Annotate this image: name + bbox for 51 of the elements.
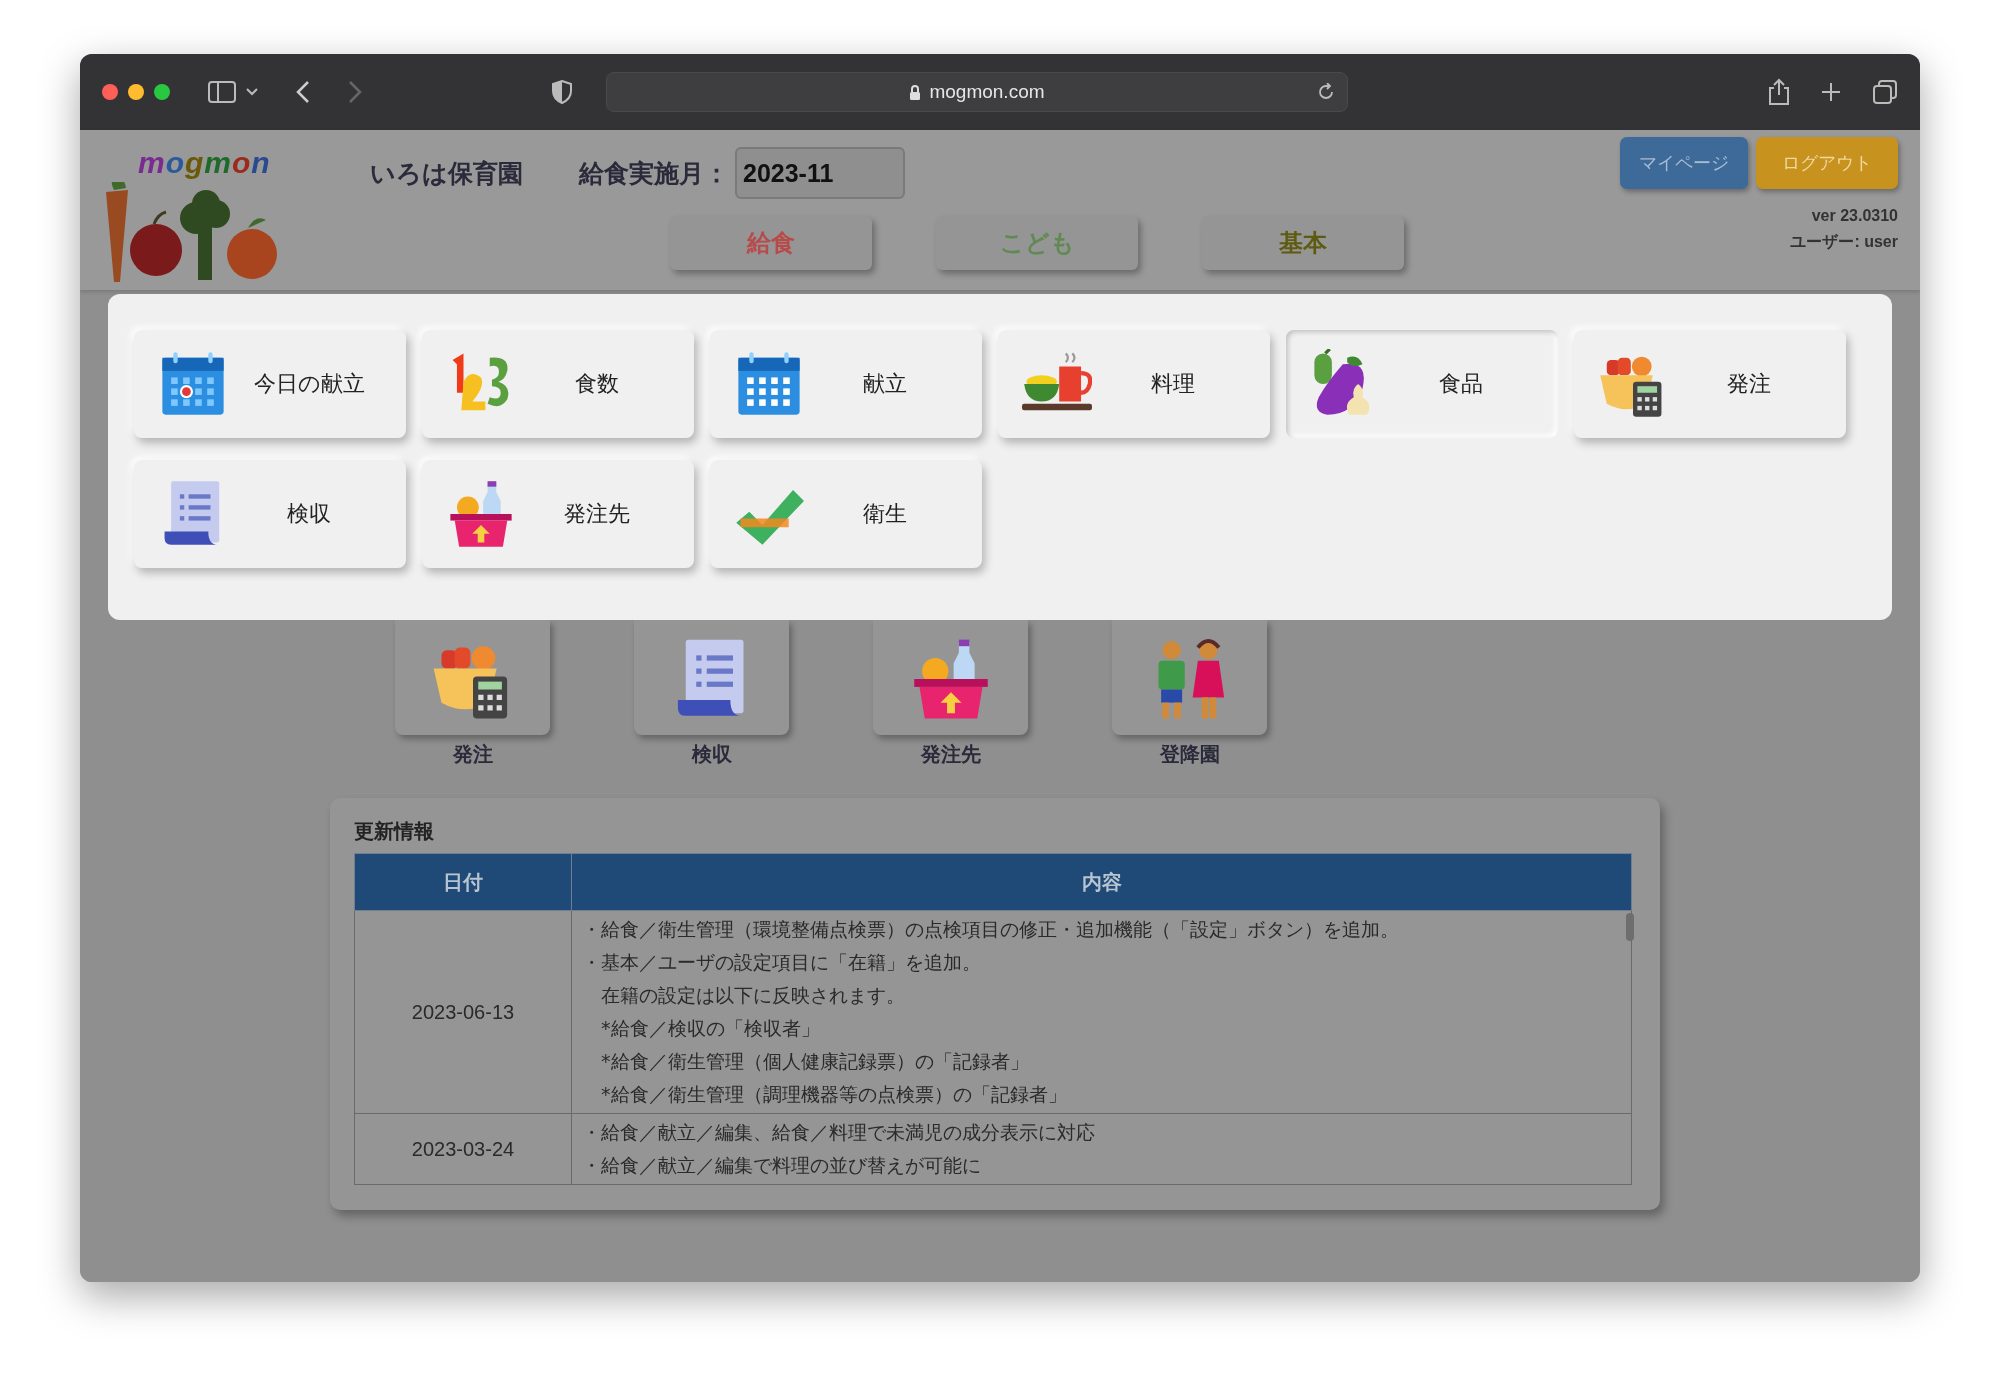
- column-header: 日付: [354, 853, 572, 911]
- shortcut-tile[interactable]: [395, 620, 550, 735]
- shortcut-tile[interactable]: [1112, 620, 1267, 735]
- lock-icon: [909, 84, 922, 100]
- updates-title: 更新情報: [354, 818, 435, 845]
- shortcut-tile[interactable]: [634, 620, 789, 735]
- shortcut-label: 発注: [452, 741, 493, 768]
- version-text: ver 23.0310: [1811, 206, 1898, 226]
- menu-tile[interactable]: 検収: [134, 460, 406, 568]
- update-line: ・給食／献立／編集、給食／料理で未満児の成分表示に対応: [582, 1120, 1096, 1145]
- update-line: *給食／衛生管理（調理機器等の点検票）の「記録者」: [600, 1082, 1068, 1107]
- share-icon[interactable]: [1768, 78, 1790, 106]
- date-cell: 2023-06-13: [354, 910, 572, 1114]
- update-line: ・給食／献立／編集で料理の並び替えが可能に: [582, 1153, 982, 1178]
- address-bar[interactable]: mogmon.com: [606, 72, 1348, 112]
- sidebar-icon[interactable]: [208, 81, 236, 103]
- shortcut-label: 検収: [691, 741, 732, 768]
- menu-tile[interactable]: 衛生: [710, 460, 982, 568]
- month-label: 給食実施月：: [579, 157, 729, 190]
- update-line: ・給食／衛生管理（環境整備点検票）の点検項目の修正・追加機能（「設定」ボタン）を追加。: [582, 917, 1400, 942]
- logo-text: mogmon: [138, 146, 271, 180]
- tabs-overview-icon[interactable]: [1872, 79, 1898, 105]
- menu-tile[interactable]: 料理: [998, 330, 1270, 438]
- shield-icon[interactable]: [552, 80, 572, 104]
- shortcut-tile[interactable]: [873, 620, 1028, 735]
- update-line: 在籍の設定は以下に反映されます。: [600, 983, 906, 1008]
- menu-tile[interactable]: 発注先: [422, 460, 694, 568]
- menu-tile[interactable]: 発注: [1574, 330, 1846, 438]
- facility-name: いろは保育園: [370, 157, 523, 190]
- menu-tile[interactable]: 今日の献立: [134, 330, 406, 438]
- shortcut-label: 登降園: [1159, 741, 1220, 768]
- shortcut-label: 発注先: [920, 741, 981, 768]
- update-line: *給食／検収の「検収者」: [600, 1016, 821, 1041]
- month-field[interactable]: 2023-11: [735, 147, 905, 199]
- update-line: *給食／衛生管理（個人健康記録票）の「記録者」: [600, 1049, 1030, 1074]
- maximize-icon[interactable]: [154, 84, 170, 100]
- date-cell: 2023-03-24: [354, 1113, 572, 1185]
- new-tab-icon[interactable]: [1820, 81, 1842, 103]
- minimize-icon[interactable]: [128, 84, 144, 100]
- close-icon[interactable]: [102, 84, 118, 100]
- back-icon[interactable]: [296, 81, 310, 103]
- chevron-down-icon[interactable]: [246, 88, 258, 96]
- scrollbar[interactable]: [1626, 913, 1634, 941]
- update-line: ・基本／ユーザの設定項目に「在籍」を追加。: [582, 950, 982, 975]
- user-text: ユーザー: user: [1790, 232, 1898, 252]
- url-text: mogmon.com: [929, 81, 1045, 103]
- menu-tile[interactable]: 食品: [1286, 330, 1558, 438]
- menu-tile[interactable]: 献立: [710, 330, 982, 438]
- menu-tile[interactable]: 食数: [422, 330, 694, 438]
- reload-icon[interactable]: [1317, 83, 1335, 101]
- column-header: 内容: [571, 853, 1632, 911]
